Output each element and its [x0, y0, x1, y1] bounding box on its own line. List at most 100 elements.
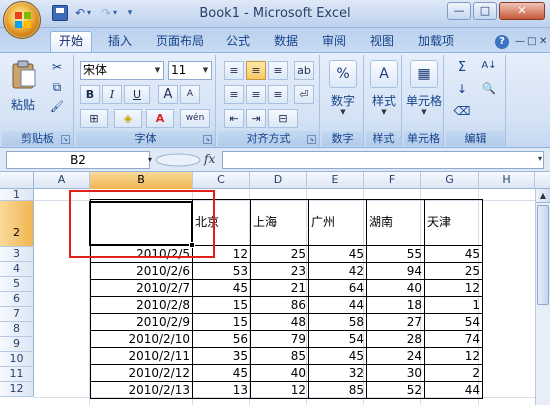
- value-cell[interactable]: 53: [192, 262, 251, 280]
- row-header-11[interactable]: 11: [0, 367, 34, 382]
- date-cell[interactable]: 2010/2/9: [90, 313, 193, 331]
- select-all-corner[interactable]: [0, 172, 34, 189]
- value-cell[interactable]: 86: [250, 296, 309, 314]
- date-cell[interactable]: 2010/2/11: [90, 347, 193, 365]
- fill-icon[interactable]: ↓: [450, 81, 474, 99]
- number-format-button[interactable]: % 数字 ▼: [322, 57, 364, 131]
- align-left-button[interactable]: ≡: [224, 85, 244, 104]
- value-cell[interactable]: 1: [424, 296, 483, 314]
- column-header-a[interactable]: A: [34, 172, 90, 189]
- header-cell-tianjin[interactable]: 天津: [424, 199, 483, 246]
- value-cell[interactable]: 54: [424, 313, 483, 331]
- row-header-5[interactable]: 5: [0, 277, 34, 292]
- row-header-3[interactable]: 3: [0, 247, 34, 262]
- date-cell[interactable]: 2010/2/12: [90, 364, 193, 382]
- header-cell-hunan[interactable]: 湖南: [366, 199, 425, 246]
- date-cell[interactable]: 2010/2/10: [90, 330, 193, 348]
- tab-insert[interactable]: 插入: [100, 31, 140, 52]
- value-cell[interactable]: 79: [250, 330, 309, 348]
- date-cell[interactable]: 2010/2/7: [90, 279, 193, 297]
- value-cell[interactable]: 18: [366, 296, 425, 314]
- value-cell[interactable]: 25: [424, 262, 483, 280]
- value-cell[interactable]: 12: [250, 381, 309, 399]
- value-cell[interactable]: 24: [366, 347, 425, 365]
- clipboard-launcher-icon[interactable]: ↘: [61, 135, 70, 144]
- tab-home[interactable]: 开始: [50, 31, 92, 52]
- row-header-2[interactable]: 2: [0, 201, 34, 247]
- value-cell[interactable]: 58: [308, 313, 367, 331]
- underline-button[interactable]: U: [124, 85, 150, 104]
- vertical-scrollbar[interactable]: ▲: [535, 189, 550, 405]
- scroll-thumb[interactable]: [537, 205, 549, 305]
- value-cell[interactable]: 13: [192, 381, 251, 399]
- value-cell[interactable]: 55: [366, 245, 425, 263]
- cells-button[interactable]: ▦ 单元格 ▼: [404, 57, 444, 131]
- value-cell[interactable]: 12: [192, 245, 251, 263]
- value-cell[interactable]: 21: [250, 279, 309, 297]
- value-cell[interactable]: 30: [366, 364, 425, 382]
- align-top-button[interactable]: ≡: [224, 61, 244, 80]
- value-cell[interactable]: 45: [308, 245, 367, 263]
- value-cell[interactable]: 2: [424, 364, 483, 382]
- value-cell[interactable]: 40: [366, 279, 425, 297]
- fill-color-button[interactable]: ◈: [114, 109, 142, 128]
- font-color-button[interactable]: A: [146, 109, 174, 128]
- align-center-button[interactable]: ≡: [246, 85, 266, 104]
- value-cell[interactable]: 15: [192, 296, 251, 314]
- decrease-indent-button[interactable]: ⇤: [224, 109, 244, 128]
- tab-page-layout[interactable]: 页面布局: [150, 31, 210, 52]
- date-cell[interactable]: 2010/2/6: [90, 262, 193, 280]
- close-button[interactable]: ✕: [499, 2, 545, 20]
- row-header-1[interactable]: 1: [0, 189, 34, 201]
- value-cell[interactable]: 25: [250, 245, 309, 263]
- grow-font-button[interactable]: A: [158, 85, 178, 104]
- row-header-6[interactable]: 6: [0, 292, 34, 307]
- autosum-icon[interactable]: Σ: [450, 59, 474, 77]
- font-size-select[interactable]: 11 ▼: [168, 61, 212, 80]
- row-header-4[interactable]: 4: [0, 262, 34, 277]
- row-header-8[interactable]: 8: [0, 322, 34, 337]
- value-cell[interactable]: 45: [308, 347, 367, 365]
- value-cell[interactable]: 56: [192, 330, 251, 348]
- align-middle-button[interactable]: ≡: [246, 61, 266, 80]
- italic-button[interactable]: I: [102, 85, 122, 104]
- tab-review[interactable]: 审阅: [314, 31, 354, 52]
- column-header-g[interactable]: G: [421, 172, 479, 189]
- value-cell[interactable]: 28: [366, 330, 425, 348]
- format-painter-icon[interactable]: 🖌: [46, 99, 68, 117]
- value-cell[interactable]: 40: [250, 364, 309, 382]
- header-cell-guangzhou[interactable]: 广州: [308, 199, 367, 246]
- workbook-close-icon[interactable]: ✕: [539, 36, 547, 47]
- row-header-10[interactable]: 10: [0, 352, 34, 367]
- borders-button[interactable]: ⊞: [80, 109, 108, 128]
- value-cell[interactable]: 45: [424, 245, 483, 263]
- column-header-d[interactable]: D: [250, 172, 307, 189]
- column-header-c[interactable]: C: [193, 172, 250, 189]
- value-cell[interactable]: 54: [308, 330, 367, 348]
- styles-button[interactable]: A 样式 ▼: [366, 57, 402, 131]
- value-cell[interactable]: 45: [192, 364, 251, 382]
- value-cell[interactable]: 23: [250, 262, 309, 280]
- value-cell[interactable]: 27: [366, 313, 425, 331]
- value-cell[interactable]: 52: [366, 381, 425, 399]
- header-cell-beijing[interactable]: 北京: [192, 199, 251, 246]
- tab-data[interactable]: 数据: [266, 31, 306, 52]
- bold-button[interactable]: B: [80, 85, 100, 104]
- sort-filter-icon[interactable]: A↓: [476, 59, 502, 77]
- column-header-e[interactable]: E: [307, 172, 364, 189]
- value-cell[interactable]: 35: [192, 347, 251, 365]
- increase-indent-button[interactable]: ⇥: [246, 109, 266, 128]
- row-header-7[interactable]: 7: [0, 307, 34, 322]
- alignment-launcher-icon[interactable]: ↘: [307, 135, 316, 144]
- office-button[interactable]: [3, 1, 41, 39]
- value-cell[interactable]: 85: [250, 347, 309, 365]
- tab-formulas[interactable]: 公式: [218, 31, 258, 52]
- paste-button[interactable]: 粘贴: [6, 57, 40, 115]
- value-cell[interactable]: 15: [192, 313, 251, 331]
- value-cell[interactable]: 12: [424, 347, 483, 365]
- row-header-9[interactable]: 9: [0, 337, 34, 352]
- column-header-b[interactable]: B: [90, 172, 193, 189]
- orientation-button[interactable]: ab: [294, 61, 314, 80]
- value-cell[interactable]: 48: [250, 313, 309, 331]
- font-name-select[interactable]: 宋体 ▼: [80, 61, 164, 80]
